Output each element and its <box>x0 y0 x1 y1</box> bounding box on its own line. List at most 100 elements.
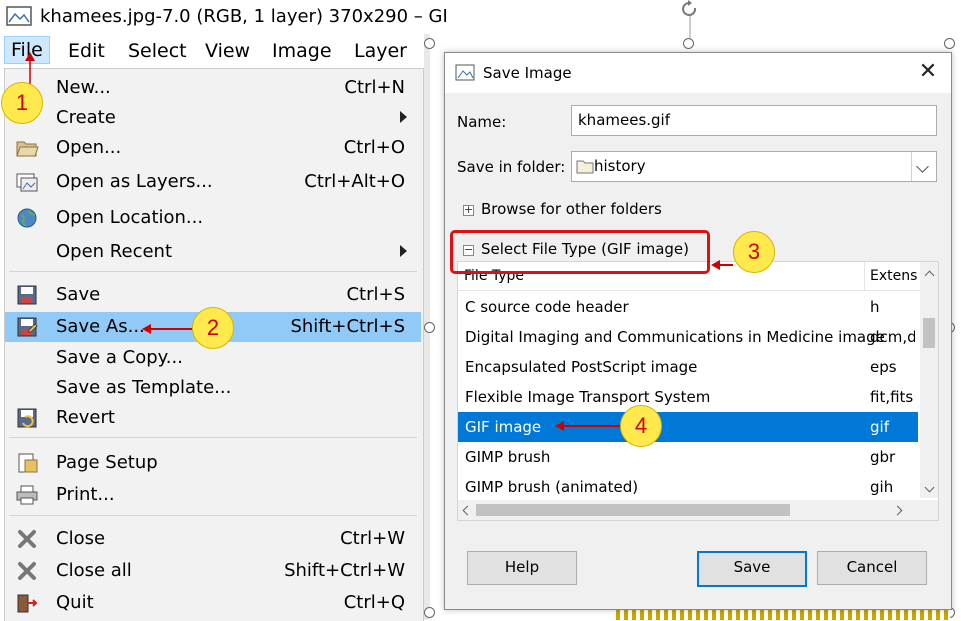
table-row[interactable]: C source code header h <box>458 292 918 322</box>
menu-item-revert[interactable]: Revert <box>5 403 421 433</box>
menu-item-open-as-layers[interactable]: Open as Layers... Ctrl+Alt+O <box>5 167 421 197</box>
menu-item-page-setup[interactable]: Page Setup <box>5 448 421 478</box>
menu-view[interactable]: View <box>199 38 256 64</box>
menu-item-label: Create <box>56 107 116 128</box>
menu-item-new[interactable]: New... Ctrl+N <box>5 73 421 103</box>
table-row[interactable]: GIMP brush gbr <box>458 442 918 472</box>
table-row[interactable]: Flexible Image Transport System fit,fits <box>458 382 918 412</box>
menu-layer[interactable]: Layer <box>348 38 413 64</box>
row-extension: h <box>870 298 880 316</box>
dialog-title-bar: Save Image ✕ <box>445 53 951 93</box>
highlight-box <box>450 230 710 274</box>
quit-icon <box>17 594 38 613</box>
row-file-type: GIF image <box>465 418 542 436</box>
menu-item-shortcut: Shift+Ctrl+S <box>290 316 405 337</box>
menu-item-print[interactable]: Print... <box>5 480 421 510</box>
menu-item-label: Close <box>56 528 106 549</box>
annotation-badge-4: 4 <box>620 405 662 447</box>
save-in-folder-label: Save in folder: <box>457 158 566 176</box>
menu-item-label: Save as Template... <box>56 377 232 398</box>
folder-value: history <box>594 157 646 175</box>
vertical-scrollbar[interactable] <box>920 262 938 498</box>
resize-handle[interactable] <box>424 322 435 333</box>
save-image-dialog: Save Image ✕ Name: khamees.gif Save in f… <box>444 52 952 610</box>
image-icon <box>6 6 32 26</box>
browse-expander-icon[interactable]: + <box>463 204 474 216</box>
menu-edit[interactable]: Edit <box>62 38 111 64</box>
menu-item-shortcut: Ctrl+S <box>346 284 405 305</box>
save-icon <box>17 285 37 305</box>
row-extension: eps <box>870 358 897 376</box>
menu-item-shortcut: Ctrl+Alt+O <box>304 171 405 192</box>
annotation-arrow <box>719 264 733 266</box>
menu-image[interactable]: Image <box>266 38 338 64</box>
cancel-button[interactable]: Cancel <box>817 551 927 585</box>
resize-handle[interactable] <box>424 607 435 618</box>
menu-separator <box>9 515 417 516</box>
image-icon <box>455 64 475 81</box>
menu-item-label: Quit <box>56 592 94 613</box>
menu-item-close[interactable]: Close Ctrl+W <box>5 524 421 554</box>
name-input[interactable]: khamees.gif <box>571 105 937 136</box>
browse-folders-toggle[interactable]: Browse for other folders <box>481 200 662 218</box>
scroll-up-icon[interactable] <box>924 270 935 281</box>
menu-item-label: Open... <box>56 137 122 158</box>
resize-handle[interactable] <box>424 38 435 49</box>
row-extension: fit,fits <box>870 388 914 406</box>
row-extension: gbr <box>870 448 896 466</box>
scroll-down-icon[interactable] <box>924 482 935 493</box>
printer-icon <box>16 485 38 505</box>
save-in-folder-combo[interactable]: history <box>571 151 937 182</box>
table-row[interactable]: GIMP brush (animated) gih <box>458 472 918 502</box>
row-file-type: Encapsulated PostScript image <box>465 358 698 376</box>
scroll-right-icon[interactable] <box>892 505 903 516</box>
menu-item-quit[interactable]: Quit Ctrl+Q <box>5 588 421 618</box>
row-file-type: Digital Imaging and Communications in Me… <box>465 328 885 346</box>
save-as-icon <box>17 317 38 337</box>
window-title: khamees.jpg-7.0 (RGB, 1 layer) 370x290 –… <box>40 6 448 27</box>
table-row-selected[interactable]: GIF image gif <box>458 412 918 442</box>
annotation-arrow <box>150 328 192 330</box>
page-setup-icon <box>18 453 38 473</box>
resize-handle[interactable] <box>944 38 955 49</box>
scrollbar-thumb[interactable] <box>923 318 935 348</box>
menu-item-open-recent[interactable]: Open Recent <box>5 237 421 267</box>
table-row[interactable]: Encapsulated PostScript image eps <box>458 352 918 382</box>
row-file-type: Flexible Image Transport System <box>465 388 711 406</box>
menu-separator <box>9 437 417 438</box>
menu-select[interactable]: Select <box>122 38 193 64</box>
annotation-arrowhead <box>555 421 564 431</box>
revert-icon <box>17 408 37 428</box>
scroll-left-icon[interactable] <box>462 505 473 516</box>
menu-item-open[interactable]: Open... Ctrl+O <box>5 133 421 163</box>
menu-item-create[interactable]: Create <box>5 103 421 133</box>
column-header-extension[interactable]: Extens <box>864 262 920 291</box>
annotation-arrowhead <box>142 324 151 334</box>
save-button[interactable]: Save <box>697 551 807 587</box>
name-label: Name: <box>457 113 507 131</box>
annotation-badge-3: 3 <box>733 231 775 273</box>
table-row[interactable]: Digital Imaging and Communications in Me… <box>458 322 918 352</box>
row-extension: dcm,d <box>870 328 915 346</box>
dialog-title: Save Image <box>483 64 572 82</box>
submenu-arrow-icon <box>400 111 407 123</box>
close-icon[interactable]: ✕ <box>915 59 941 85</box>
scrollbar-thumb[interactable] <box>476 504 790 516</box>
help-button[interactable]: Help <box>467 551 577 585</box>
menu-item-label: New... <box>56 77 111 98</box>
menu-bar: File Edit Select View Image Layer <box>0 34 425 68</box>
menu-item-shortcut: Ctrl+O <box>343 137 405 158</box>
horizontal-scrollbar[interactable] <box>458 500 938 520</box>
menu-item-close-all[interactable]: Close all Shift+Ctrl+W <box>5 556 421 586</box>
menu-item-label: Open Recent <box>56 241 173 262</box>
menu-item-shortcut: Ctrl+Q <box>343 592 405 613</box>
annotation-arrow <box>25 52 35 86</box>
dropdown-button[interactable] <box>911 152 936 181</box>
submenu-arrow-icon <box>400 245 407 257</box>
rotate-handle-icon[interactable] <box>678 0 702 40</box>
menu-item-save-template[interactable]: Save as Template... <box>5 373 421 403</box>
folder-icon <box>576 160 594 174</box>
row-extension: gih <box>870 478 894 496</box>
menu-item-open-location[interactable]: Open Location... <box>5 203 421 233</box>
menu-item-save[interactable]: Save Ctrl+S <box>5 280 421 310</box>
